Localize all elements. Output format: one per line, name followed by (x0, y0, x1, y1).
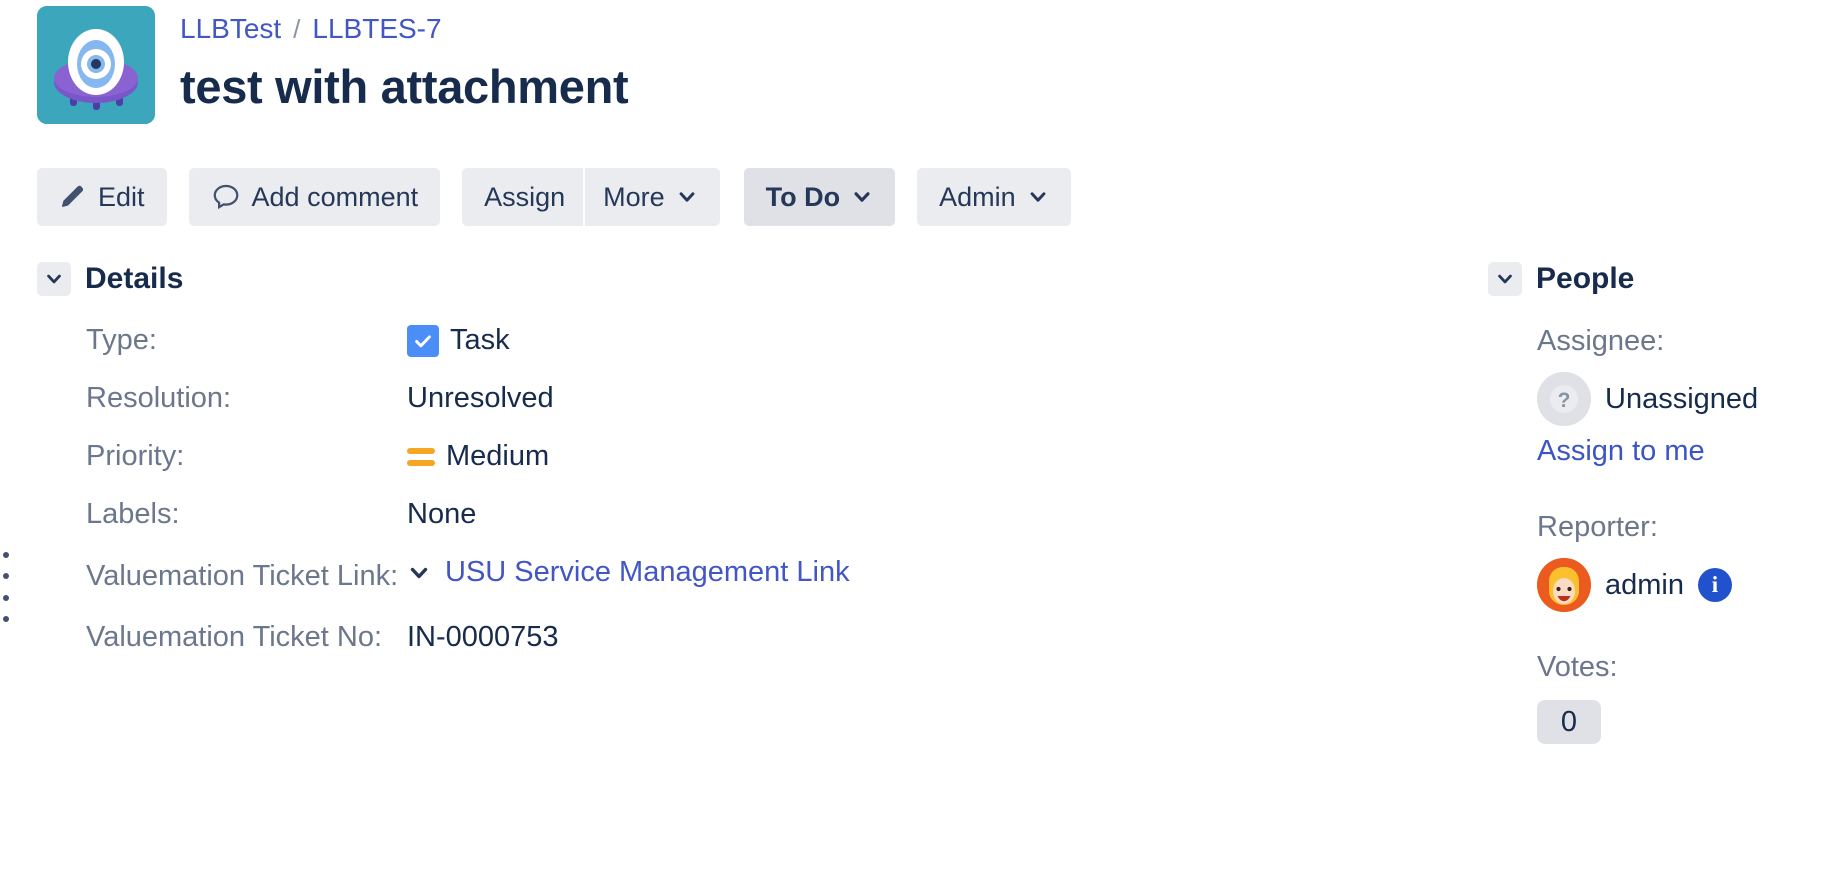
details-collapse-toggle[interactable] (37, 262, 71, 296)
edit-button[interactable]: Edit (37, 168, 167, 226)
status-button[interactable]: To Do (743, 168, 896, 226)
project-avatar[interactable] (37, 6, 155, 124)
admin-button-label: Admin (939, 181, 1016, 212)
people-collapse-toggle[interactable] (1488, 262, 1522, 296)
chevron-down-icon (1495, 269, 1515, 289)
field-value-labels: None (407, 498, 477, 530)
admin-avatar[interactable] (1537, 558, 1591, 612)
field-label-resolution: Resolution: (86, 382, 232, 414)
assign-button[interactable]: Assign (462, 168, 584, 226)
assignee-name: Unassigned (1605, 382, 1759, 415)
more-button-label: More (603, 181, 665, 212)
comment-icon (211, 182, 241, 212)
assignee-value: ? Unassigned (1537, 372, 1833, 426)
field-label-priority: Priority: (86, 440, 185, 472)
people-section-header: People (1488, 262, 1833, 296)
field-value-type-text: Task (450, 324, 510, 356)
add-comment-button[interactable]: Add comment (188, 168, 441, 226)
field-value-valuemation-ticket-no: IN-0000753 (407, 621, 559, 653)
issue-header: LLBTest / LLBTES-7 test with attachment (37, 6, 629, 124)
toolbar-gap (440, 168, 462, 226)
jira-issue-view: LLBTest / LLBTES-7 test with attachment … (0, 0, 1833, 896)
field-row-priority: Priority: Medium (37, 434, 1267, 479)
chevron-down-icon (676, 186, 698, 208)
chevron-down-icon (44, 269, 64, 289)
info-icon[interactable]: i (1698, 568, 1732, 602)
unassigned-avatar-icon: ? (1537, 372, 1591, 426)
pencil-icon (59, 183, 87, 211)
details-panel: Details Type: Task Resolution: Unresolve… (37, 262, 1267, 673)
breadcrumb-project-link[interactable]: LLBTest (180, 12, 281, 46)
details-field-list: Type: Task Resolution: Unresolved Priori… (37, 318, 1267, 660)
field-label-valuemation-ticket-no: Valuemation Ticket No: (86, 621, 383, 653)
valuemation-ticket-link[interactable]: USU Service Management Link (445, 550, 850, 595)
issue-toolbar: Edit Add comment Assign More To Do Admin (37, 168, 1071, 226)
reporter-block: Reporter: admin i (1537, 506, 1833, 612)
field-value-resolution: Unresolved (407, 382, 554, 414)
edit-button-label: Edit (98, 181, 145, 212)
details-section-header: Details (37, 262, 1267, 296)
header-text: LLBTest / LLBTES-7 test with attachment (180, 6, 629, 114)
more-button[interactable]: More (585, 168, 720, 226)
svg-text:?: ? (1558, 389, 1571, 412)
assign-button-label: Assign (484, 181, 566, 212)
task-type-icon (407, 324, 439, 357)
field-value-priority: Medium (407, 434, 549, 479)
panel-drag-handle[interactable] (2, 552, 10, 622)
reporter-value: admin i (1537, 558, 1833, 612)
drag-dot (3, 552, 9, 558)
status-button-label: To Do (765, 181, 841, 212)
drag-dot (3, 573, 9, 580)
breadcrumb-separator: / (293, 14, 301, 44)
breadcrumb-issue-link[interactable]: LLBTES-7 (312, 12, 441, 46)
votes-block: Votes: 0 (1537, 646, 1833, 744)
chevron-down-icon[interactable] (407, 561, 431, 585)
assignee-label: Assignee: (1537, 325, 1665, 357)
people-section-title: People (1536, 262, 1635, 295)
field-label-type: Type: (86, 324, 157, 356)
field-row-valuemation-ticket-no: Valuemation Ticket No: IN-0000753 (37, 615, 1267, 660)
page-title: test with attachment (180, 60, 629, 113)
field-label-labels: Labels: (86, 498, 180, 530)
drag-dot (3, 594, 9, 601)
reporter-name: admin (1605, 568, 1684, 601)
breadcrumb: LLBTest / LLBTES-7 (180, 12, 628, 46)
field-value-priority-text: Medium (446, 440, 550, 472)
field-row-valuemation-ticket-link: Valuemation Ticket Link: USU Service Man… (37, 550, 1267, 602)
field-label-valuemation-ticket-link: Valuemation Ticket Link: (86, 560, 399, 592)
field-row-resolution: Resolution: Unresolved (37, 376, 1267, 421)
field-row-labels: Labels: None (37, 492, 1267, 537)
votes-badge[interactable]: 0 (1537, 700, 1601, 744)
add-comment-button-label: Add comment (251, 181, 419, 212)
assignee-block: Assignee: ? Unassigned Assign to me (1537, 320, 1833, 472)
chevron-down-icon (851, 186, 873, 208)
votes-label: Votes: (1537, 651, 1618, 683)
toolbar-gap (167, 168, 189, 226)
chevron-down-icon (1027, 186, 1049, 208)
field-row-type: Type: Task (37, 318, 1267, 363)
ufo-icon (37, 6, 155, 124)
admin-button[interactable]: Admin (917, 168, 1071, 226)
field-value-type: Task (407, 318, 510, 363)
drag-dot (3, 615, 9, 622)
details-section-title: Details (85, 262, 184, 295)
people-field-list: Assignee: ? Unassigned Assign to me Repo… (1488, 320, 1833, 744)
priority-medium-icon (407, 444, 435, 470)
assign-to-me-link[interactable]: Assign to me (1537, 430, 1705, 472)
people-panel: People Assignee: ? Unassigned Assign to … (1488, 262, 1833, 778)
reporter-label: Reporter: (1537, 511, 1658, 543)
field-value-valuemation-ticket-link: USU Service Management Link (407, 550, 850, 595)
